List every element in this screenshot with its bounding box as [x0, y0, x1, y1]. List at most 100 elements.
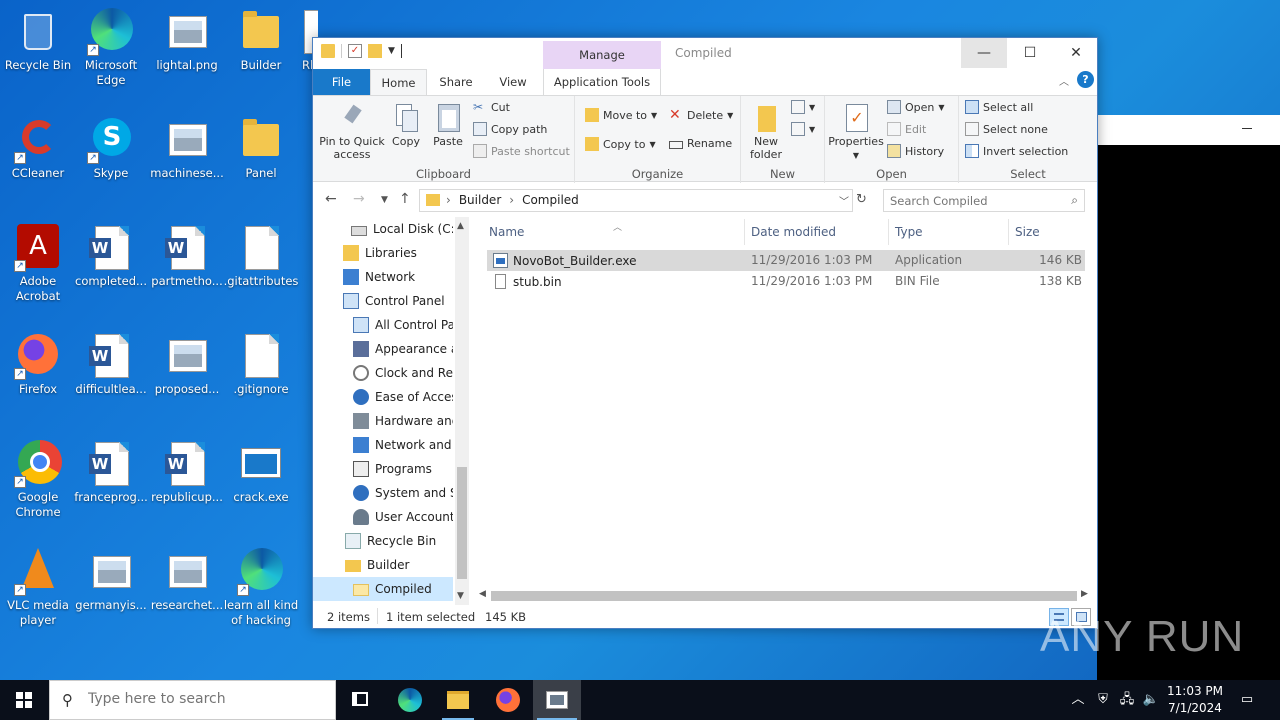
nav-item-compiled[interactable]: Compiled [313, 577, 453, 601]
minimize-icon[interactable] [1242, 128, 1252, 129]
nav-item-all-control-panel[interactable]: All Control Par [313, 313, 453, 337]
search-input[interactable] [890, 191, 1060, 211]
copy-path-button[interactable]: Copy path [473, 122, 547, 136]
start-button[interactable] [0, 680, 48, 720]
nav-item-local-disk[interactable]: Local Disk (C:) [313, 217, 453, 241]
select-none-button[interactable]: Select none [965, 122, 1048, 136]
pin-quick-access-button[interactable]: Pin to Quick access [319, 102, 385, 161]
show-hidden-icons[interactable]: ︿ [1068, 680, 1088, 720]
copy-to-button[interactable]: Copy to ▼ [585, 137, 656, 151]
move-to-button[interactable]: Move to ▼ [585, 108, 657, 122]
nav-item-libraries[interactable]: Libraries [313, 241, 453, 265]
up-arrow-icon[interactable]: ↑ [399, 191, 411, 207]
search-box[interactable]: ⌕ [883, 189, 1085, 212]
help-icon[interactable]: ? [1077, 71, 1094, 88]
rename-button[interactable]: Rename [669, 137, 732, 150]
explorer-window[interactable]: ✓ ▼ Manage Compiled — ☐ ✕ File Home Shar… [312, 37, 1098, 629]
tab-view[interactable]: View [485, 69, 541, 95]
new-folder-icon[interactable] [368, 44, 382, 58]
taskbar-clock[interactable]: 11:03 PM 7/1/2024 [1160, 683, 1230, 717]
nav-item-programs[interactable]: Programs [313, 457, 453, 481]
file-row[interactable]: stub.bin 11/29/2016 1:03 PM BIN File 138… [487, 271, 1085, 292]
notifications-icon[interactable]: ▭ [1234, 680, 1260, 720]
nav-item-clock-region[interactable]: Clock and Regi [313, 361, 453, 385]
select-all-button[interactable]: Select all [965, 100, 1033, 114]
easy-access-button[interactable]: ▼ [791, 122, 815, 136]
desktop-icon-republicup-doc[interactable]: W republicup... [149, 440, 225, 505]
nav-item-hardware[interactable]: Hardware and [313, 409, 453, 433]
recent-locations-icon[interactable]: ▼ [381, 195, 388, 205]
tab-application-tools[interactable]: Application Tools [543, 69, 661, 95]
edit-button[interactable]: Edit [887, 122, 926, 136]
desktop-icon-firefox[interactable]: ↗ Firefox [0, 332, 76, 397]
minimize-button[interactable]: — [961, 38, 1007, 68]
new-item-button[interactable]: ▼ [791, 100, 815, 114]
task-view-button[interactable] [336, 680, 384, 720]
tab-home[interactable]: Home [370, 69, 427, 95]
properties-button[interactable]: ✓ Properties ▼ [827, 102, 885, 162]
desktop-icon-ccleaner[interactable]: ↗ CCleaner [0, 116, 76, 181]
scroll-up-icon[interactable]: ▲ [457, 221, 464, 231]
nav-item-system-security[interactable]: System and Se [313, 481, 453, 505]
desktop-icon-vlc[interactable]: ↗ VLC media player [0, 548, 76, 628]
desktop-icon-google-chrome[interactable]: ↗ Google Chrome [0, 440, 76, 520]
file-row[interactable]: NovoBot_Builder.exe 11/29/2016 1:03 PM A… [487, 250, 1085, 271]
nav-item-network[interactable]: Network [313, 265, 453, 289]
back-arrow-icon[interactable]: ← [325, 191, 337, 207]
tab-file[interactable]: File [313, 69, 370, 95]
taskbar-file-explorer[interactable] [434, 680, 482, 720]
taskbar-search-input[interactable] [88, 691, 318, 707]
copy-button[interactable]: Copy [389, 102, 423, 148]
scroll-right-icon[interactable]: ▶ [1081, 589, 1088, 599]
tab-share[interactable]: Share [427, 69, 485, 95]
taskbar-active-app[interactable] [533, 680, 581, 720]
invert-selection-button[interactable]: Invert selection [965, 144, 1068, 158]
nav-pane-scrollbar[interactable]: ▲ ▼ [455, 217, 469, 605]
desktop-icon-edge[interactable]: ↗ Microsoft Edge [73, 8, 149, 88]
cut-button[interactable]: ✂ Cut [473, 100, 510, 114]
breadcrumb-builder[interactable]: Builder [459, 193, 501, 207]
new-folder-button[interactable]: New folder [745, 102, 787, 161]
taskbar-edge[interactable] [386, 680, 434, 720]
desktop-icon-panel-folder[interactable]: Panel [223, 116, 299, 181]
volume-tray-icon[interactable]: 🔈 [1140, 680, 1162, 720]
nav-item-user-accounts[interactable]: User Accounts [313, 505, 453, 529]
desktop-icon-builder-folder[interactable]: Builder [223, 8, 299, 73]
paste-shortcut-button[interactable]: Paste shortcut [473, 144, 570, 158]
open-button[interactable]: Open ▼ [887, 100, 945, 114]
security-tray-icon[interactable]: ⛨ [1092, 680, 1114, 720]
desktop-icon-completed-doc[interactable]: W completed... [73, 224, 149, 289]
column-header-size[interactable]: Size [1009, 219, 1087, 245]
desktop-icon-lightal[interactable]: lightal.png [149, 8, 225, 73]
column-header-date[interactable]: Date modified [745, 219, 889, 245]
scroll-down-icon[interactable]: ▼ [457, 591, 464, 601]
nav-item-control-panel[interactable]: Control Panel [313, 289, 453, 313]
tab-manage[interactable]: Manage [543, 41, 661, 69]
desktop-icon-crack-exe[interactable]: crack.exe [223, 440, 299, 505]
taskbar-firefox[interactable] [484, 680, 532, 720]
scrollbar-thumb[interactable] [457, 467, 467, 579]
refresh-icon[interactable]: ↻ [856, 192, 867, 207]
desktop-icon-machinese[interactable]: machinese... [149, 116, 225, 181]
desktop-icon-proposed[interactable]: proposed... [149, 332, 225, 397]
desktop-icon-learn-hacking[interactable]: ↗ learn all kind of hacking [223, 548, 299, 628]
file-list-horizontal-scrollbar[interactable]: ◀ ▶ [479, 589, 1089, 603]
breadcrumb-compiled[interactable]: Compiled [522, 193, 579, 207]
background-window[interactable] [1097, 115, 1280, 680]
properties-icon[interactable]: ✓ [348, 44, 362, 58]
nav-item-ease-of-access[interactable]: Ease of Access [313, 385, 453, 409]
column-header-type[interactable]: Type [889, 219, 1009, 245]
desktop-icon-germanyis[interactable]: germanyis... [73, 548, 149, 613]
forward-arrow-icon[interactable]: → [353, 191, 365, 207]
nav-item-appearance[interactable]: Appearance an [313, 337, 453, 361]
desktop-icon-adobe-acrobat[interactable]: A ↗ Adobe Acrobat [0, 224, 76, 304]
paste-button[interactable]: Paste [431, 102, 465, 148]
address-bar[interactable]: › Builder › Compiled ﹀ [419, 189, 853, 212]
desktop-icon-skype[interactable]: S ↗ Skype [73, 116, 149, 181]
desktop-icon-gitattributes[interactable]: .gitattributes [223, 224, 299, 289]
maximize-button[interactable]: ☐ [1007, 38, 1053, 68]
delete-button[interactable]: ✕ Delete ▼ [669, 108, 733, 122]
collapse-ribbon-icon[interactable]: ︿ [1059, 73, 1069, 88]
scrollbar-thumb[interactable] [491, 591, 1077, 601]
desktop-icon-recycle-bin[interactable]: Recycle Bin [0, 8, 76, 73]
